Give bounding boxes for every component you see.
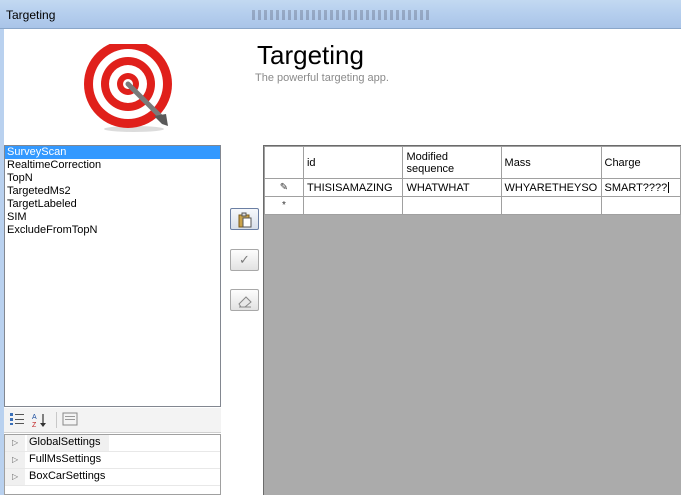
column-header-charge[interactable]: Charge [600,146,681,179]
cell-id[interactable]: THISISAMAZING [302,178,404,197]
cell-modified-sequence[interactable]: WHATWHAT [402,178,502,197]
property-label: FullMsSettings [29,453,102,465]
mode-item-targetedms2[interactable]: TargetedMs2 [5,185,220,198]
mode-list[interactable]: SurveyScan RealtimeCorrection TopN Targe… [4,145,221,407]
property-row-fullmssettings[interactable]: ▷ FullMsSettings [5,452,220,469]
mode-item-realtimecorrection[interactable]: RealtimeCorrection [5,159,220,172]
expand-icon[interactable]: ▷ [12,472,18,481]
mode-item-surveyscan[interactable]: SurveyScan [5,146,220,159]
property-label: GlobalSettings [29,436,101,448]
cell-modified-sequence[interactable] [402,196,502,215]
app-subtitle: The powerful targeting app. [255,72,389,84]
property-row-boxcarsettings[interactable]: ▷ BoxCarSettings [5,469,220,486]
cell-mass[interactable] [500,196,602,215]
apply-button[interactable]: ✓ [230,249,259,271]
checkmark-icon: ✓ [239,252,250,267]
targets-grid[interactable]: id Modified sequence Mass Charge ✎ THISI… [263,145,681,495]
new-row[interactable]: * [264,196,681,215]
cell-charge-text: SMART???? [604,181,668,194]
svg-text:Z: Z [32,422,37,428]
expand-icon[interactable]: ▷ [12,438,18,447]
window-title: Targeting [6,8,56,22]
cell-charge[interactable] [600,196,681,215]
categorized-icon[interactable] [8,412,26,428]
column-header-mass[interactable]: Mass [500,146,602,179]
property-grid: ▷ GlobalSettings ▷ FullMsSettings ▷ BoxC… [4,434,221,495]
column-header-id[interactable]: id [302,146,404,179]
row-header-new-icon[interactable]: * [264,196,304,215]
eraser-icon [237,292,253,308]
column-header-modified-sequence[interactable]: Modified sequence [402,146,502,179]
toolbar-separator [56,412,57,428]
paste-icon [237,211,253,228]
property-row-globalsettings[interactable]: ▷ GlobalSettings [5,435,220,452]
property-label: BoxCarSettings [29,470,106,482]
text-caret [668,182,670,194]
property-grid-toolbar: A Z [4,408,221,433]
mode-item-targetlabeled[interactable]: TargetLabeled [5,198,220,211]
property-pages-icon[interactable] [61,412,79,428]
clear-button[interactable] [230,289,259,311]
mode-item-excludefromtopn[interactable]: ExcludeFromTopN [5,224,220,237]
row-header-edit-icon[interactable]: ✎ [264,178,304,197]
grid-corner-header[interactable] [264,146,304,179]
title-bar: Targeting [0,0,681,29]
target-logo-icon [84,44,172,132]
app-title: Targeting [257,40,364,70]
cell-mass[interactable]: WHYARETHEYSO [500,178,602,197]
cell-charge[interactable]: SMART???? [600,178,681,197]
sort-az-icon[interactable]: A Z [30,412,48,429]
expand-icon[interactable]: ▷ [12,455,18,464]
background-window-ghost [252,10,432,20]
mode-item-sim[interactable]: SIM [5,211,220,224]
mode-item-topn[interactable]: TopN [5,172,220,185]
paste-button[interactable] [230,208,259,230]
svg-text:A: A [32,414,37,421]
table-row[interactable]: ✎ THISISAMAZING WHATWHAT WHYARETHEYSO SM… [264,178,681,197]
cell-id[interactable] [302,196,404,215]
